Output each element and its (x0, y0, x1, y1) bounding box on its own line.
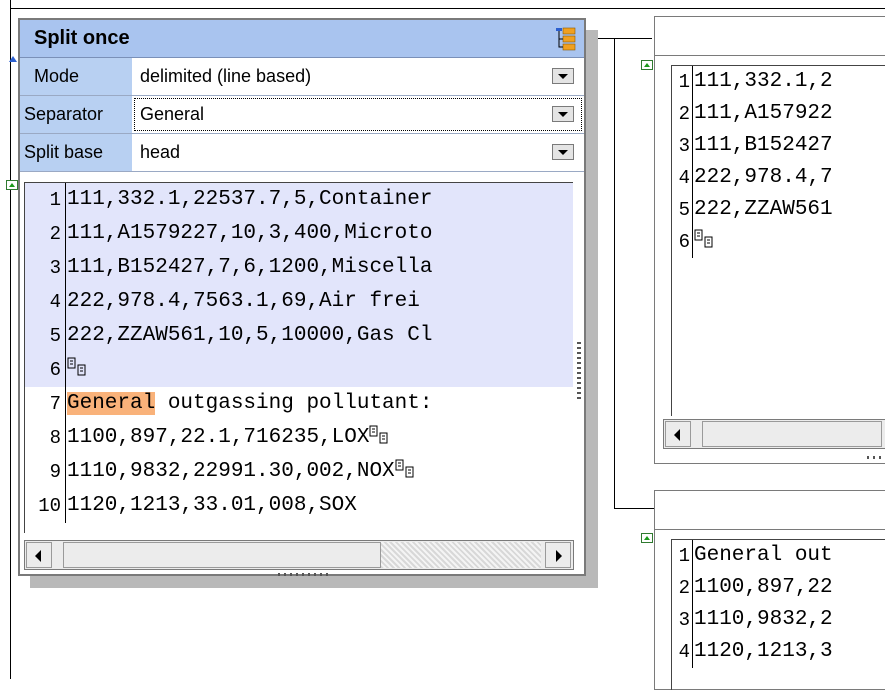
resize-grip[interactable] (577, 342, 581, 402)
resize-grip[interactable] (278, 573, 328, 576)
text-line: 4 1120,1213,3 (672, 636, 833, 668)
line-break-icon (694, 229, 713, 248)
text-line: 6 (672, 226, 713, 258)
connector (614, 38, 615, 508)
text-line: 6 (25, 353, 573, 387)
canvas-left-border (10, 0, 11, 679)
split-base-select[interactable]: head (132, 134, 584, 171)
input-text-editor[interactable]: 1 111,332.1,22537.7,5,Container 2 111,A157… (24, 182, 573, 533)
property-row-mode: Mode delimited (line based) (20, 58, 584, 96)
property-row-separator: Separator General (20, 96, 584, 134)
text-line: 1 General out (672, 540, 833, 572)
text-line: 5 222,ZZAW561,10,5,10000,Gas Cl (25, 319, 573, 353)
text-line: 4 222,978.4,7563.1,69,Air frei (25, 285, 573, 319)
expand-indicator-icon[interactable] (641, 533, 653, 543)
text-line: 3 111,B152427 (672, 130, 833, 162)
split-once-component[interactable]: Split once Mode delimited (line based) S… (18, 18, 586, 576)
output-panel-top[interactable]: 1 111,332.1,2 2 111,A157922 3 111,B152427 4… (654, 16, 885, 464)
text-line: 7 General outgassing pollutant: (25, 387, 573, 421)
text-line: 2 1100,897,22 (672, 572, 833, 604)
mode-value: delimited (line based) (140, 66, 312, 86)
expand-indicator-icon[interactable] (6, 180, 18, 190)
line-break-icon (67, 357, 86, 376)
output-text-editor-top[interactable]: 1 111,332.1,2 2 111,A157922 3 111,B152427 4… (671, 65, 885, 416)
mode-label: Mode (20, 58, 132, 95)
collapse-indicator-icon[interactable] (9, 56, 17, 66)
scrollbar-thumb[interactable] (63, 542, 381, 568)
output-panel-bottom[interactable]: 1 General out 2 1100,897,22 3 1110,9832,2 4… (654, 490, 885, 690)
split-base-label: Split base (20, 134, 132, 171)
property-row-split-base: Split base head (20, 134, 584, 172)
text-line: 8 1100,897,22.1,716235,LOX (25, 421, 573, 455)
dropdown-arrow-icon[interactable] (552, 68, 574, 84)
line-break-icon (369, 425, 388, 444)
scroll-left-button[interactable] (665, 421, 691, 447)
component-title-bar[interactable]: Split once (20, 20, 584, 58)
text-line: 1 111,332.1,2 (672, 66, 833, 98)
split-icon (556, 27, 576, 51)
component-title: Split once (34, 27, 130, 49)
separator-label: Separator (20, 96, 132, 133)
split-base-value: head (140, 142, 181, 162)
scrollbar-track[interactable] (381, 542, 541, 568)
panel-header (655, 17, 885, 56)
separator-select[interactable]: General (132, 96, 584, 133)
panel-header (655, 491, 885, 530)
dropdown-arrow-icon[interactable] (552, 106, 574, 122)
text-line: 2 111,A1579227,10,3,400,Microto (25, 217, 573, 251)
text-line: 1 111,332.1,22537.7,5,Container (25, 183, 573, 217)
connector (614, 508, 654, 509)
connector (594, 38, 652, 39)
scrollbar-thumb[interactable] (702, 421, 882, 447)
separator-value: General (140, 104, 205, 124)
text-line: 3 111,B152427,7,6,1200,Miscella (25, 251, 573, 285)
canvas-top-border (10, 8, 885, 9)
text-line: 10 1120,1213,33.01,008,SOX (25, 489, 573, 523)
text-line: 5 222,ZZAW561 (672, 194, 833, 226)
horizontal-scrollbar[interactable] (24, 540, 574, 570)
scroll-left-button[interactable] (26, 542, 52, 568)
resize-grip[interactable] (867, 456, 885, 459)
expand-indicator-icon[interactable] (641, 60, 653, 70)
output-text-editor-bottom[interactable]: 1 General out 2 1100,897,22 3 1110,9832,2 4… (671, 539, 885, 690)
mode-select[interactable]: delimited (line based) (132, 58, 584, 95)
separator-match: General (67, 392, 156, 415)
line-break-icon (395, 459, 414, 478)
text-line: 4 222,978.4,7 (672, 162, 833, 194)
scroll-right-button[interactable] (545, 542, 571, 568)
text-line: 3 1110,9832,2 (672, 604, 833, 636)
text-line: 9 1110,9832,22991.30,002,NOX (25, 455, 573, 489)
text-line: 2 111,A157922 (672, 98, 833, 130)
horizontal-scrollbar[interactable] (663, 419, 885, 449)
dropdown-arrow-icon[interactable] (552, 144, 574, 160)
